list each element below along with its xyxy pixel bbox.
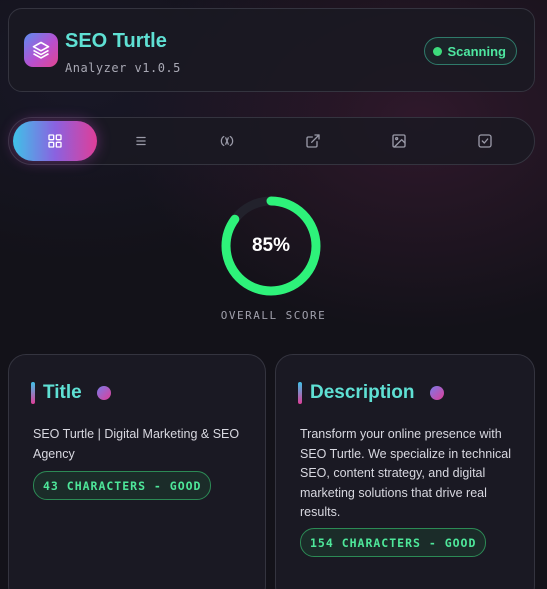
status-orb-icon <box>429 386 444 400</box>
status-orb-icon <box>96 386 111 400</box>
description-card-header: Description <box>298 382 444 404</box>
layers-icon <box>24 33 58 67</box>
list-icon <box>136 136 146 146</box>
description-text: Transform your online presence with SEO … <box>300 427 511 519</box>
image-icon <box>392 134 406 148</box>
status-text: Scanning <box>447 43 506 59</box>
app-version: Analyzer v1.0.5 <box>65 61 181 75</box>
tab-links[interactable] <box>185 121 269 161</box>
grid-icon <box>48 134 62 148</box>
accent-bar <box>31 382 35 404</box>
status-badge: Scanning <box>424 37 517 65</box>
app-header: SEO Turtle Analyzer v1.0.5 Scanning <box>8 8 535 92</box>
title-text: SEO Turtle | Digital Marketing & SEO Age… <box>33 427 240 461</box>
score-label: OVERALL SCORE <box>220 309 327 322</box>
tab-headings[interactable] <box>99 121 183 161</box>
tab-bar <box>8 117 535 165</box>
checkbox-icon <box>478 134 492 148</box>
score-value: 85% <box>251 235 291 256</box>
accent-bar <box>298 382 302 404</box>
title-card: Title SEO Turtle | Digital Marketing & S… <box>8 354 266 589</box>
tab-external-links[interactable] <box>271 121 355 161</box>
external-link-icon <box>306 134 320 148</box>
tab-images[interactable] <box>357 121 441 161</box>
description-length-badge: 154 CHARACTERS - GOOD <box>300 528 487 557</box>
app-title: SEO Turtle <box>65 30 167 52</box>
overall-score-ring: 85% <box>218 193 324 299</box>
tab-overview[interactable] <box>13 121 97 161</box>
tab-checklist[interactable] <box>443 121 527 161</box>
description-card-heading: Description <box>310 382 415 403</box>
links-icon <box>220 135 234 147</box>
description-card: Description Transform your online presen… <box>275 354 535 589</box>
title-card-header: Title <box>31 382 111 404</box>
title-card-heading: Title <box>43 382 82 403</box>
title-length-badge: 43 CHARACTERS - GOOD <box>33 471 212 500</box>
status-dot-icon <box>433 46 443 56</box>
